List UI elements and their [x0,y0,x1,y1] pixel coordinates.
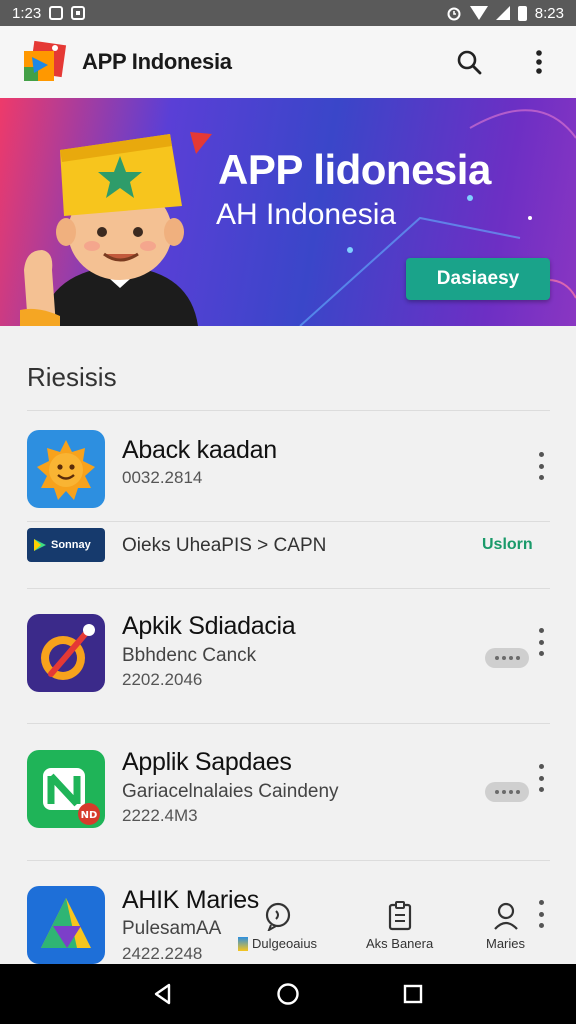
app-title: Apkik Sdiadacia [122,612,296,640]
update-pill[interactable] [485,782,529,802]
alarm-icon [447,7,461,21]
status-time-right: 8:23 [534,4,564,22]
back-button[interactable] [143,974,183,1014]
tab-label: Aks Banera [366,936,434,951]
app-title: APP Indonesia [82,49,232,74]
recents-icon [404,984,423,1004]
triangle-logo-icon [27,886,105,964]
app-date: 0032.2814 [122,468,203,487]
app-title: Applik Sapdaes [122,748,292,776]
app-bar: APP Indonesia [0,26,576,98]
item-menu-button[interactable] [530,762,552,794]
clipboard-icon [388,901,411,931]
app-subtitle: PulesamAA [122,918,222,939]
promo-banner[interactable]: AP​​P lidonesia AH Indonesia Dasiaesy [0,98,576,326]
tab-badge-icon [238,936,248,951]
app-subtitle: Gariacelnalaies Caindeny [122,781,339,802]
app-date: 2222.4M3 [122,806,198,825]
status-time-left: 1:23 [12,4,42,22]
search-button[interactable] [454,47,484,77]
item-menu-button[interactable] [530,450,552,482]
tab-maries[interactable]: Maries [486,900,525,951]
sponsored-text[interactable]: Oieks UheaPIS > CAPN [122,535,326,557]
system-nav-bar [0,964,576,1024]
svg-text:ND: ND [81,810,98,821]
divider [27,588,550,589]
sponsored-badge-label: Sonnay [51,539,91,551]
screenshot-icon [71,6,86,20]
section-title: Riesisis [27,362,117,392]
divider [27,521,550,522]
app-date: 2202.2046 [122,670,203,689]
item-menu-button[interactable] [530,626,552,658]
sponsored-badge[interactable]: Sonnay [27,528,105,562]
app-subtitle: Bbhdenc Canck [122,645,257,666]
tab-dulgeoaius[interactable]: Dulgeoaius [238,900,317,951]
compass-rocket-icon [27,614,105,692]
home-button[interactable] [268,974,308,1014]
banner-subtitle: AH Indonesia [216,198,397,231]
app-logo-icon [22,39,68,85]
recents-button[interactable] [393,974,433,1014]
overflow-menu-button[interactable] [524,47,554,77]
tab-label: Dulgeoaius [252,936,318,951]
divider [27,860,550,861]
n-logo-icon: ND [27,750,105,828]
bottom-tab-bar: Dulgeoaius Aks Banera Maries [230,900,576,964]
tab-label: Maries [486,936,526,951]
sun-face-icon [27,430,105,508]
mascot-illustration [20,134,198,326]
signal-icon [495,6,510,20]
tab-aks-banera[interactable]: Aks Banera [366,900,433,951]
back-icon [154,983,170,1005]
banner-cta-button[interactable]: Dasiaesy [406,258,550,300]
chat-bubble-icon [265,902,290,931]
store-link[interactable]: Uslorn [482,536,533,554]
notification-icon [49,6,64,20]
banner-title: AP​​P lidonesia [218,146,491,193]
wifi-icon [469,6,488,20]
home-icon [277,983,299,1005]
update-pill[interactable] [485,648,529,668]
status-bar: 1:23 8:23 [0,0,576,26]
more-vert-icon [536,50,542,74]
search-icon [457,50,482,75]
app-date: 2422.2248 [122,944,203,963]
person-icon [493,902,518,930]
divider [27,410,550,411]
play-store-icon [34,539,46,551]
battery-icon [517,5,527,21]
app-title: Aback kaadan [122,436,277,464]
divider [27,723,550,724]
